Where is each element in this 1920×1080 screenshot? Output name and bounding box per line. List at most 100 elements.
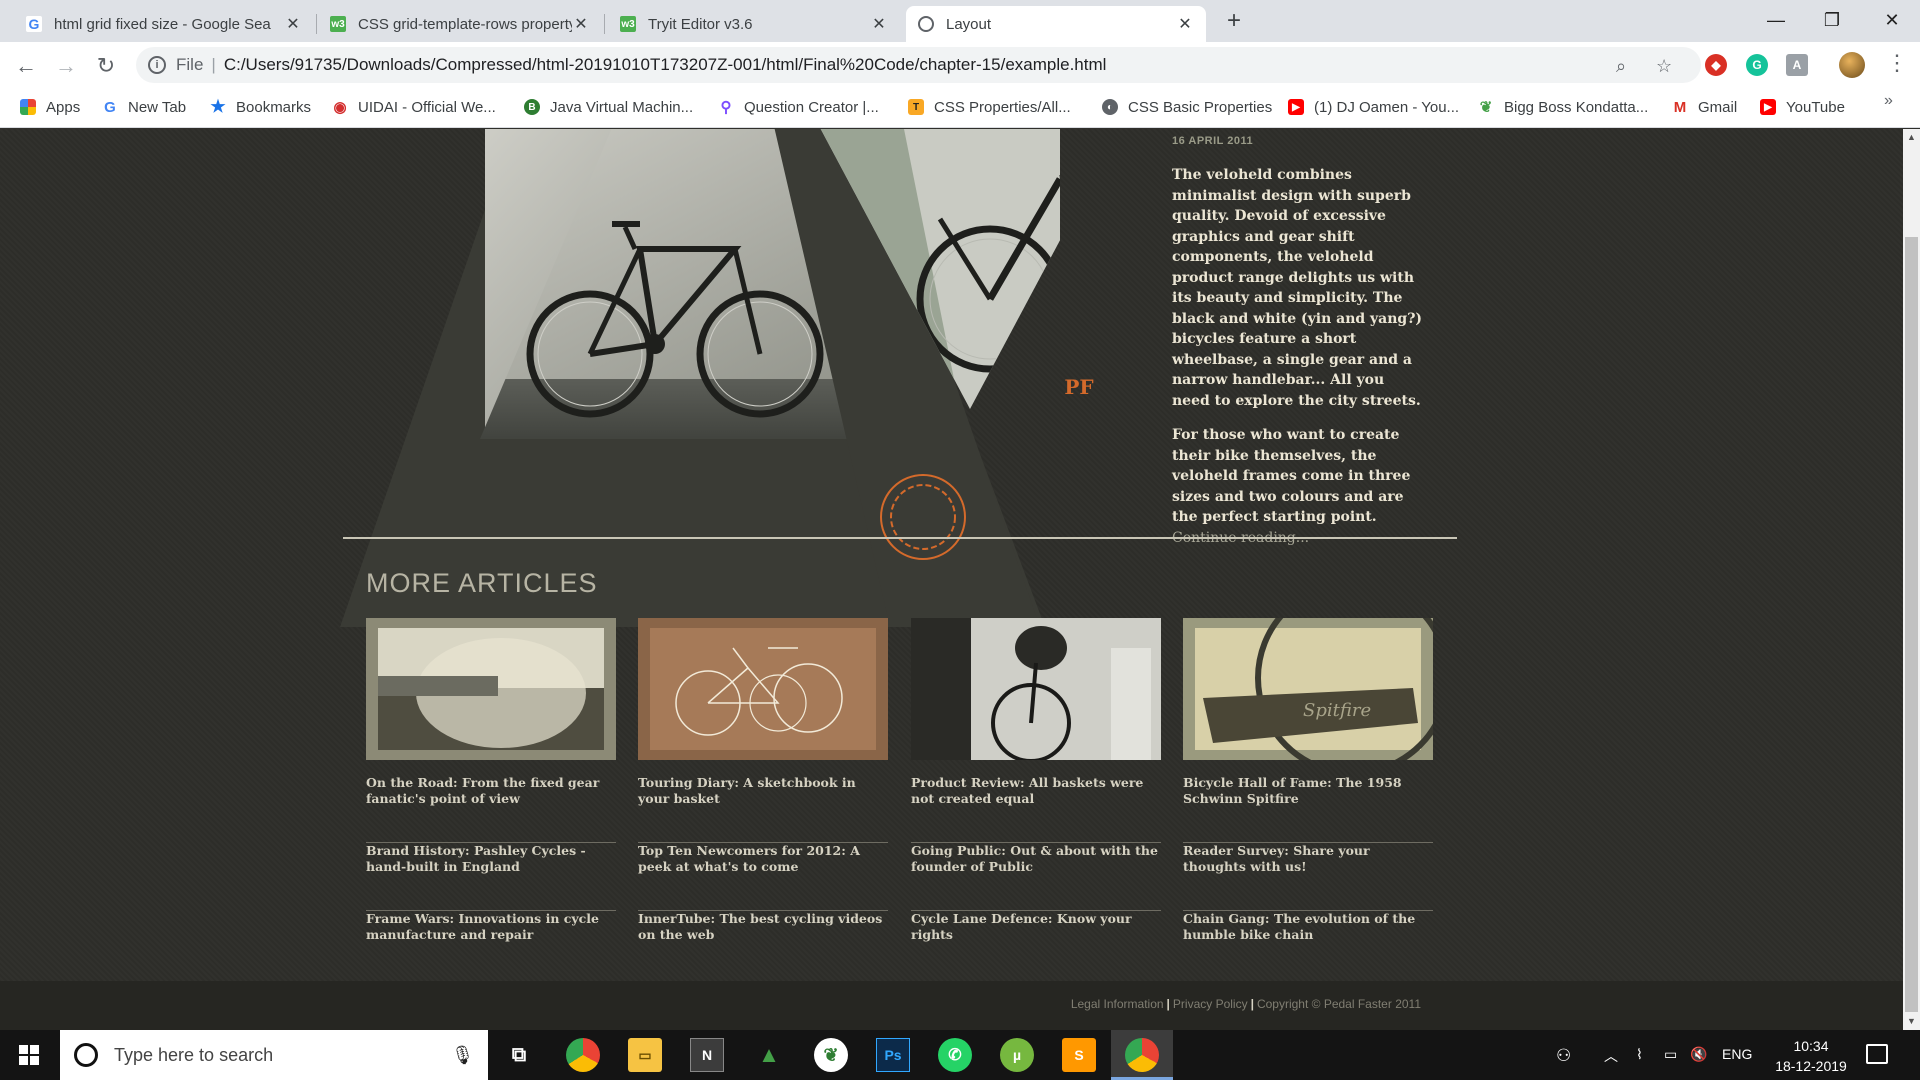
reload-button[interactable]: ↻	[90, 50, 122, 82]
bookmark-uidai[interactable]: ◉ UIDAI - Official We...	[332, 96, 495, 118]
thumbnail-on-the-road[interactable]	[366, 618, 616, 760]
scroll-up-arrow-icon[interactable]: ▲	[1903, 129, 1920, 146]
tab-layout[interactable]: Layout ✕	[906, 6, 1206, 42]
show-hidden-icons-icon[interactable]: ︿	[1604, 1046, 1618, 1066]
network-icon[interactable]: ⌇	[1636, 1046, 1643, 1063]
leaf-app-icon[interactable]: ❦	[814, 1038, 848, 1072]
menu-icon[interactable]: ⋮	[1886, 50, 1908, 76]
w3schools-icon: w3	[330, 16, 346, 32]
list-item[interactable]: Reader Survey: Share your thoughts with …	[1183, 843, 1433, 911]
chrome-icon[interactable]	[1125, 1038, 1159, 1072]
battery-icon[interactable]: ▭	[1664, 1046, 1677, 1063]
notepad-icon[interactable]: N	[690, 1038, 724, 1072]
utorrent-icon[interactable]: µ	[1000, 1038, 1034, 1072]
tab-css-grid[interactable]: w3 CSS grid-template-rows property ✕	[318, 6, 602, 42]
close-window-button[interactable]: ✕	[1864, 0, 1920, 40]
whatsapp-icon[interactable]: ✆	[938, 1038, 972, 1072]
bookmark-youtube[interactable]: ▶ YouTube	[1760, 96, 1845, 118]
t-icon: T	[908, 99, 924, 115]
copyright-text: Copyright © Pedal Faster 2011	[1256, 997, 1421, 1011]
bookmark-label: (1) DJ Oamen - You...	[1314, 98, 1460, 116]
bookmark-gmail[interactable]: M Gmail	[1672, 96, 1737, 118]
close-icon[interactable]: ✕	[284, 14, 302, 34]
minimize-button[interactable]: —	[1748, 0, 1804, 40]
tab-title: CSS grid-template-rows property	[358, 15, 572, 33]
bookmark-new-tab[interactable]: G New Tab	[102, 96, 186, 118]
pdf-extension-icon[interactable]: A	[1786, 54, 1808, 76]
page-scrollbar[interactable]: ▲ ▼	[1903, 129, 1920, 1030]
restore-button[interactable]: ❐	[1804, 0, 1860, 40]
list-item[interactable]: Brand History: Pashley Cycles - hand-bui…	[366, 843, 616, 911]
file-explorer-icon[interactable]: ▭	[628, 1038, 662, 1072]
grammarly-icon[interactable]: G	[1746, 54, 1768, 76]
avatar[interactable]	[1839, 52, 1865, 78]
gmail-icon: M	[1673, 98, 1687, 116]
new-tab-button[interactable]: +	[1222, 6, 1246, 36]
bookmark-bookmarks[interactable]: ★ Bookmarks	[210, 96, 311, 118]
list-item[interactable]: Cycle Lane Defence: Know your rights	[911, 911, 1161, 979]
system-clock[interactable]: 10:34 18-12-2019	[1772, 1036, 1850, 1076]
forward-button[interactable]: →	[50, 50, 82, 82]
bookmark-css-properties[interactable]: T CSS Properties/All...	[908, 96, 1071, 118]
tab-google-search[interactable]: G html grid fixed size - Google Sea ✕	[14, 6, 314, 42]
bookmark-java-vm[interactable]: B Java Virtual Machin...	[524, 96, 693, 118]
bookmark-star-icon[interactable]: ☆	[1656, 56, 1672, 77]
bookmark-label: YouTube	[1786, 98, 1845, 116]
tab-tryit-editor[interactable]: w3 Tryit Editor v3.6 ✕	[608, 6, 900, 42]
taskbar-search[interactable]: Type here to search 🎙	[60, 1030, 488, 1080]
task-view-icon[interactable]: ⧉	[502, 1038, 536, 1072]
hero-image	[340, 129, 1060, 627]
bookmark-dj-oamen[interactable]: ▶ (1) DJ Oamen - You...	[1288, 96, 1459, 118]
more-articles-heading: MORE ARTICLES	[366, 568, 598, 598]
list-item[interactable]: InnerTube: The best cycling videos on th…	[638, 911, 888, 979]
list-item[interactable]: Touring Diary: A sketchbook in your bask…	[638, 775, 888, 843]
bookmark-label: Question Creator |...	[744, 98, 879, 116]
chrome-beta-icon[interactable]	[566, 1038, 600, 1072]
microphone-icon[interactable]: 🎙	[451, 1045, 474, 1066]
scroll-thumb[interactable]	[1905, 237, 1918, 1012]
sublime-text-icon[interactable]: S	[1062, 1038, 1096, 1072]
info-icon[interactable]: i	[148, 56, 166, 74]
url-text[interactable]: C:/Users/91735/Downloads/Compressed/html…	[224, 55, 1107, 75]
zoom-icon[interactable]: ⌕	[1616, 56, 1626, 77]
people-icon[interactable]: ⚇	[1556, 1046, 1571, 1066]
bookmark-css-basic[interactable]: ◐ CSS Basic Properties	[1102, 96, 1272, 118]
list-item[interactable]: Frame Wars: Innovations in cycle manufac…	[366, 911, 616, 979]
address-bar[interactable]: i File | C:/Users/91735/Downloads/Compre…	[136, 47, 1701, 83]
thumbnail-touring-diary[interactable]	[638, 618, 888, 760]
list-item[interactable]: Chain Gang: The evolution of the humble …	[1183, 911, 1433, 979]
search-placeholder: Type here to search	[114, 1044, 274, 1065]
close-icon[interactable]: ✕	[870, 14, 888, 34]
back-button[interactable]: ←	[10, 50, 42, 82]
bookmark-bigg-boss[interactable]: ❦ Bigg Boss Kondatta...	[1478, 96, 1649, 118]
start-button[interactable]	[0, 1030, 58, 1080]
bookmark-label: Apps	[46, 98, 81, 116]
more-bookmarks-icon[interactable]: »	[1884, 92, 1893, 110]
list-item[interactable]: Going Public: Out & about with the found…	[911, 843, 1161, 911]
list-item[interactable]: Bicycle Hall of Fame: The 1958 Schwinn S…	[1183, 775, 1433, 843]
bookmark-apps[interactable]: Apps	[20, 96, 80, 118]
photoshop-icon[interactable]: Ps	[876, 1038, 910, 1072]
footer-separator: |	[1166, 997, 1170, 1011]
clock-date: 18-12-2019	[1775, 1058, 1847, 1074]
notification-center-icon[interactable]	[1866, 1044, 1888, 1064]
shield-extension-icon[interactable]: ◆	[1705, 54, 1727, 76]
app-icon[interactable]: ▲	[752, 1038, 786, 1072]
globe-icon: ◐	[1102, 99, 1118, 115]
tab-title: Layout	[946, 15, 992, 33]
thumbnail-bicycle-hall-of-fame[interactable]: Spitfire	[1183, 618, 1433, 760]
scroll-down-arrow-icon[interactable]: ▼	[1903, 1013, 1920, 1030]
google-icon: G	[104, 98, 116, 116]
volume-muted-icon[interactable]: 🔇	[1690, 1046, 1707, 1063]
list-item[interactable]: Top Ten Newcomers for 2012: A peek at wh…	[638, 843, 888, 911]
bookmark-question-creator[interactable]: ⚲ Question Creator |...	[718, 96, 879, 118]
bookmark-label: Java Virtual Machin...	[550, 98, 694, 116]
close-icon[interactable]: ✕	[1176, 14, 1194, 34]
list-item[interactable]: On the Road: From the fixed gear fanatic…	[366, 775, 616, 843]
language-indicator[interactable]: ENG	[1722, 1046, 1752, 1062]
close-icon[interactable]: ✕	[572, 14, 590, 34]
legal-information-link[interactable]: Legal Information	[1071, 997, 1164, 1011]
privacy-policy-link[interactable]: Privacy Policy	[1173, 997, 1248, 1011]
thumbnail-product-review[interactable]	[911, 618, 1161, 760]
list-item[interactable]: Product Review: All baskets were not cre…	[911, 775, 1161, 843]
